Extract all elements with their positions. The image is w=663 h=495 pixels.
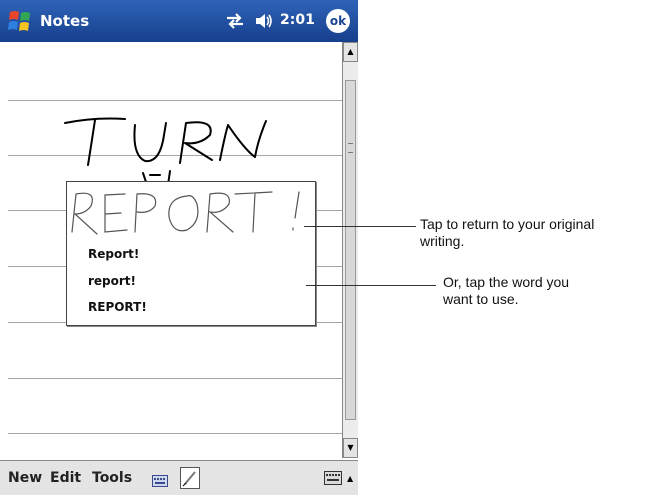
original-writing-ink[interactable] — [67, 182, 315, 242]
callout-line-original — [304, 226, 416, 227]
input-panel-arrow-icon[interactable]: ▲ — [347, 474, 353, 483]
scroll-thumb[interactable] — [345, 80, 356, 420]
ok-button[interactable]: ok — [326, 9, 350, 33]
connectivity-arrows-icon[interactable] — [224, 11, 246, 31]
callout-text-line: Tap to return to your original — [420, 216, 595, 232]
menu-new[interactable]: New — [8, 470, 42, 486]
handwriting-ink[interactable] — [40, 105, 290, 190]
clock[interactable]: 2:01 — [280, 12, 315, 28]
alternates-popup: Report! report! REPORT! — [66, 181, 316, 326]
scroll-up-button[interactable]: ▲ — [343, 42, 358, 62]
ruled-line — [8, 378, 350, 379]
ruled-line — [8, 100, 350, 101]
menu-edit[interactable]: Edit — [50, 470, 81, 486]
menu-tools[interactable]: Tools — [92, 470, 132, 486]
alternate-word-2[interactable]: report! — [88, 274, 136, 288]
pen-button[interactable] — [180, 467, 200, 489]
ruled-line — [8, 433, 350, 434]
callout-line-alternates — [306, 285, 436, 286]
start-button[interactable] — [6, 8, 34, 34]
callout-text-line: writing. — [420, 233, 465, 249]
pen-icon — [182, 471, 196, 487]
callout-text-line: Or, tap the word you — [443, 274, 570, 290]
menu-bar: New Edit Tools ▲ — [0, 460, 358, 495]
windows-flag-icon — [8, 11, 30, 31]
device-screen: Notes 2:01 ok Report! report! REPORT! ▲ … — [0, 0, 358, 495]
alternate-word-3[interactable]: REPORT! — [88, 300, 147, 314]
scroll-down-button[interactable]: ▼ — [343, 438, 358, 458]
app-title: Notes — [40, 12, 90, 30]
alternate-word-1[interactable]: Report! — [88, 247, 139, 261]
title-bar: Notes 2:01 ok — [0, 0, 358, 42]
keyboard-icon[interactable] — [152, 472, 168, 487]
speaker-icon[interactable] — [254, 11, 274, 31]
scroll-grip-icon — [348, 143, 353, 153]
callout-alternate-words: Or, tap the word you want to use. — [443, 274, 569, 308]
callout-text-line: want to use. — [443, 291, 519, 307]
vertical-scrollbar[interactable]: ▲ ▼ — [342, 42, 358, 458]
callout-original-writing: Tap to return to your original writing. — [420, 216, 594, 250]
input-panel-keyboard-icon[interactable] — [324, 470, 342, 485]
